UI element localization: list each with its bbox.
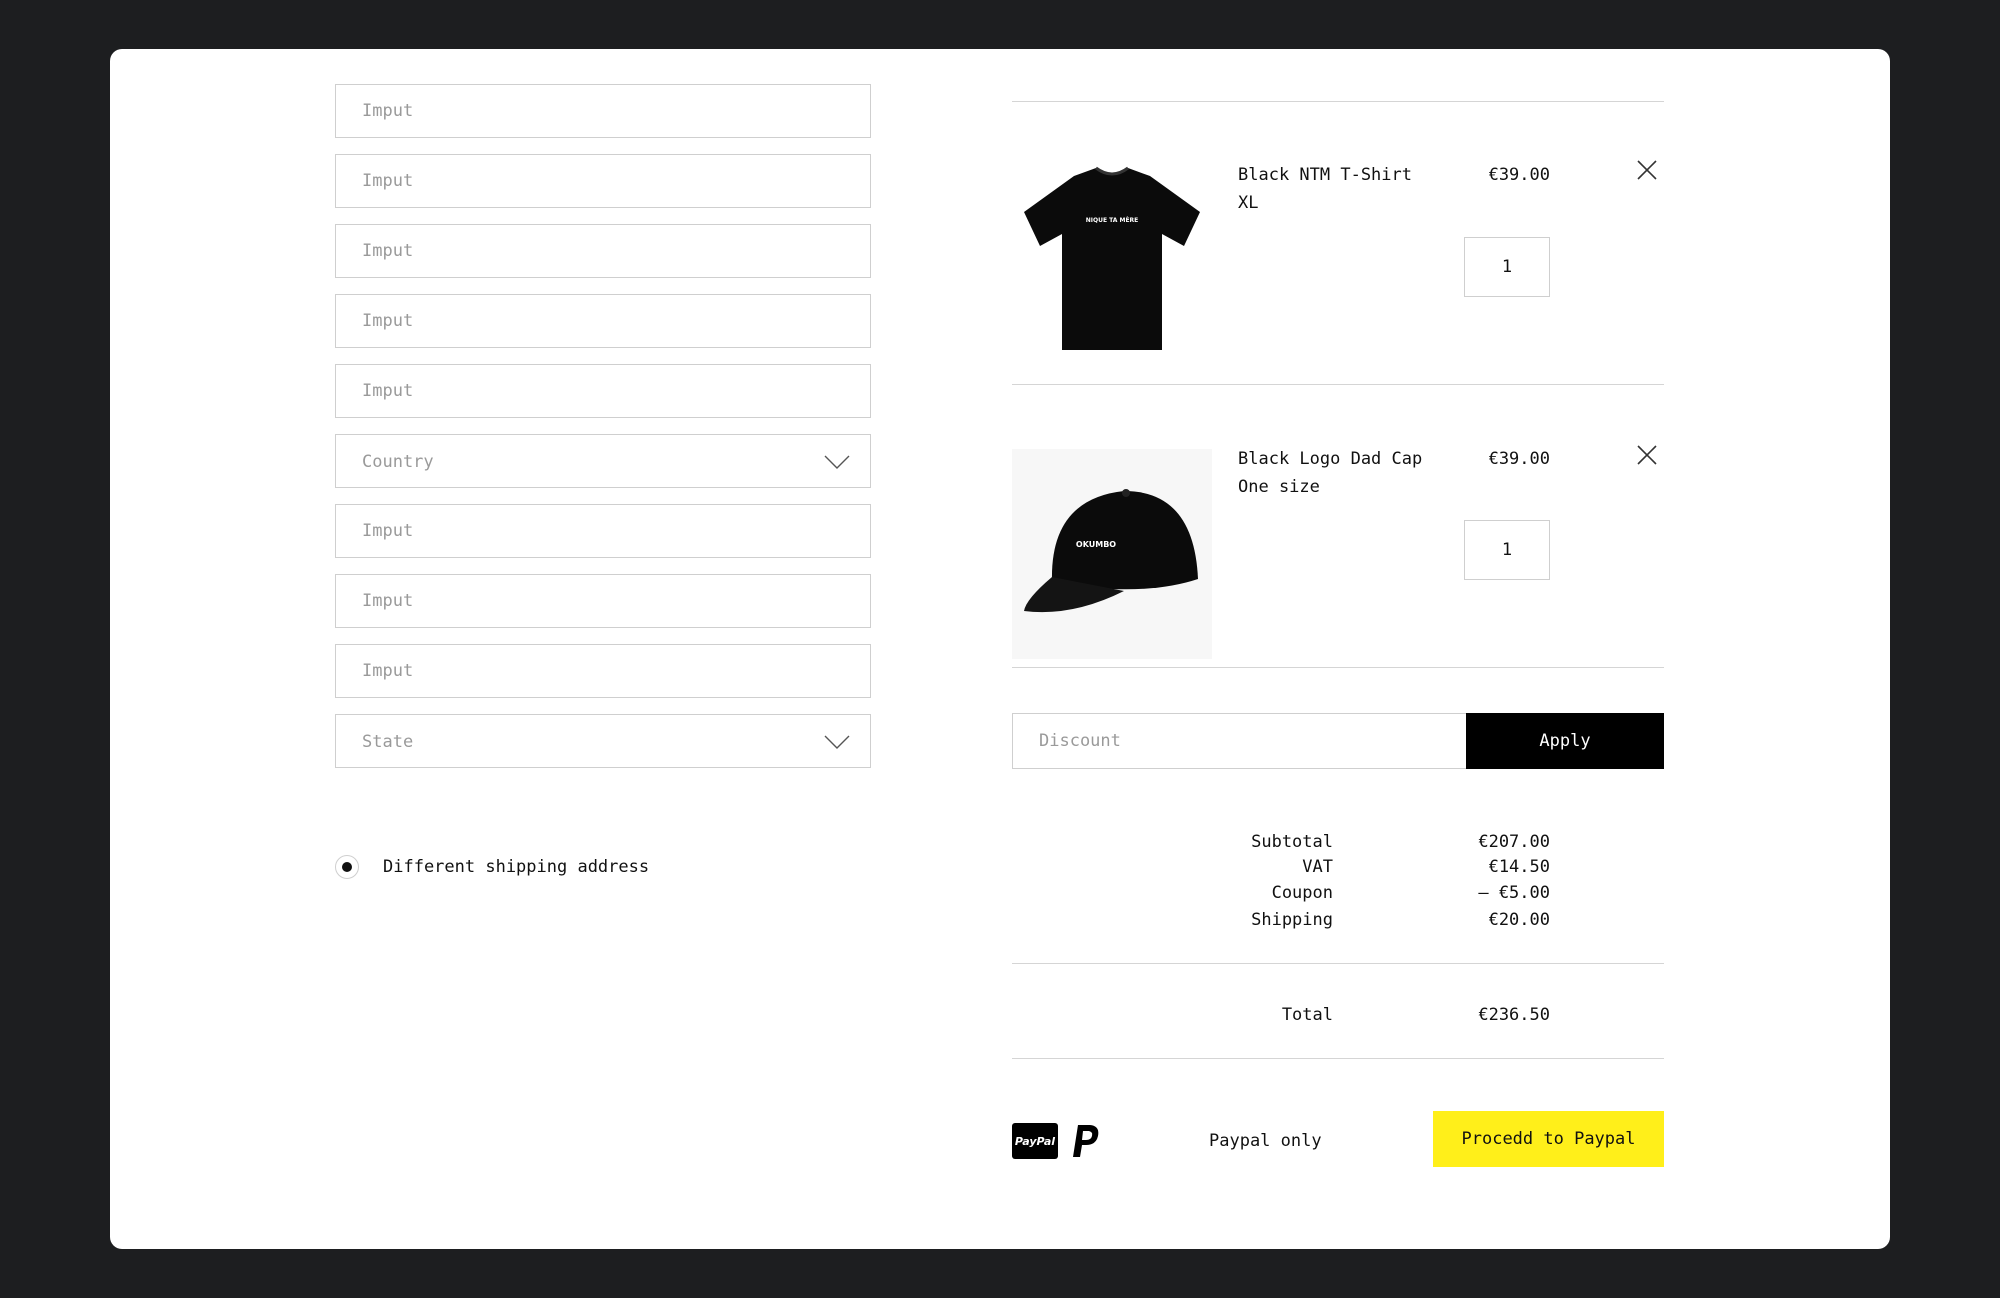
different-shipping-radio[interactable] xyxy=(335,855,359,879)
product-variant: One size xyxy=(1238,477,1320,497)
payment-note: Paypal only xyxy=(1209,1131,1322,1151)
summary-label: Subtotal xyxy=(1251,832,1333,852)
tshirt-image: NIQUE TA MÈRE xyxy=(1024,166,1200,350)
cap-print-text: OKUMBO xyxy=(1076,540,1116,549)
summary-value: €207.00 xyxy=(1478,832,1550,852)
product-price: €39.00 xyxy=(1488,165,1550,185)
address-input-5[interactable] xyxy=(336,365,870,417)
divider xyxy=(1012,101,1664,102)
chevron-down-icon xyxy=(824,455,850,469)
address-input-6[interactable] xyxy=(336,505,870,557)
summary-value: €14.50 xyxy=(1488,857,1550,877)
divider xyxy=(1012,667,1664,668)
product-name: Black NTM T-Shirt xyxy=(1238,165,1412,185)
quantity-field[interactable]: 1 xyxy=(1464,520,1550,580)
state-select[interactable]: State xyxy=(335,714,871,768)
country-select[interactable]: Country xyxy=(335,434,871,488)
paypal-badge-icon: PayPal xyxy=(1012,1123,1058,1159)
different-shipping-option[interactable]: Different shipping address xyxy=(335,852,649,882)
address-input-3[interactable] xyxy=(336,225,870,277)
close-icon[interactable] xyxy=(1635,158,1659,182)
summary-label: VAT xyxy=(1302,857,1333,877)
address-field-4[interactable] xyxy=(335,294,871,348)
different-shipping-label: Different shipping address xyxy=(383,857,650,877)
address-input-7[interactable] xyxy=(336,575,870,627)
divider xyxy=(1012,1058,1664,1059)
paypal-badge-text: PayPal xyxy=(1015,1135,1055,1148)
cap-image: OKUMBO xyxy=(1012,449,1212,659)
product-price: €39.00 xyxy=(1488,449,1550,469)
address-field-3[interactable] xyxy=(335,224,871,278)
apply-button[interactable]: Apply xyxy=(1466,713,1664,769)
discount-input[interactable] xyxy=(1013,714,1466,768)
summary-value: – €5.00 xyxy=(1478,883,1550,903)
divider xyxy=(1012,384,1664,385)
divider xyxy=(1012,963,1664,964)
address-input-2[interactable] xyxy=(336,155,870,207)
address-field-5[interactable] xyxy=(335,364,871,418)
state-select-label: State xyxy=(362,732,414,752)
address-field-8[interactable] xyxy=(335,644,871,698)
summary-label: Shipping xyxy=(1251,910,1333,930)
product-variant: XL xyxy=(1238,193,1259,213)
address-field-7[interactable] xyxy=(335,574,871,628)
proceed-to-paypal-button[interactable]: Procedd to Paypal xyxy=(1433,1111,1664,1167)
address-input-8[interactable] xyxy=(336,645,870,697)
address-field-1[interactable] xyxy=(335,84,871,138)
address-input-4[interactable] xyxy=(336,295,870,347)
quantity-field[interactable]: 1 xyxy=(1464,237,1550,297)
discount-field[interactable] xyxy=(1012,713,1466,769)
address-input-1[interactable] xyxy=(336,85,870,137)
country-select-label: Country xyxy=(362,452,434,472)
summary-value: €20.00 xyxy=(1488,910,1550,930)
chevron-down-icon xyxy=(824,735,850,749)
close-icon[interactable] xyxy=(1635,443,1659,467)
paypal-p-icon xyxy=(1073,1125,1099,1157)
address-field-6[interactable] xyxy=(335,504,871,558)
total-label: Total xyxy=(1281,1005,1333,1025)
total-value: €236.50 xyxy=(1478,1005,1550,1025)
summary-label: Coupon xyxy=(1271,883,1333,903)
address-field-2[interactable] xyxy=(335,154,871,208)
tshirt-print-text: NIQUE TA MÈRE xyxy=(1086,216,1139,224)
checkout-card: Country State Different shipping address… xyxy=(110,49,1890,1249)
product-name: Black Logo Dad Cap xyxy=(1238,449,1423,469)
